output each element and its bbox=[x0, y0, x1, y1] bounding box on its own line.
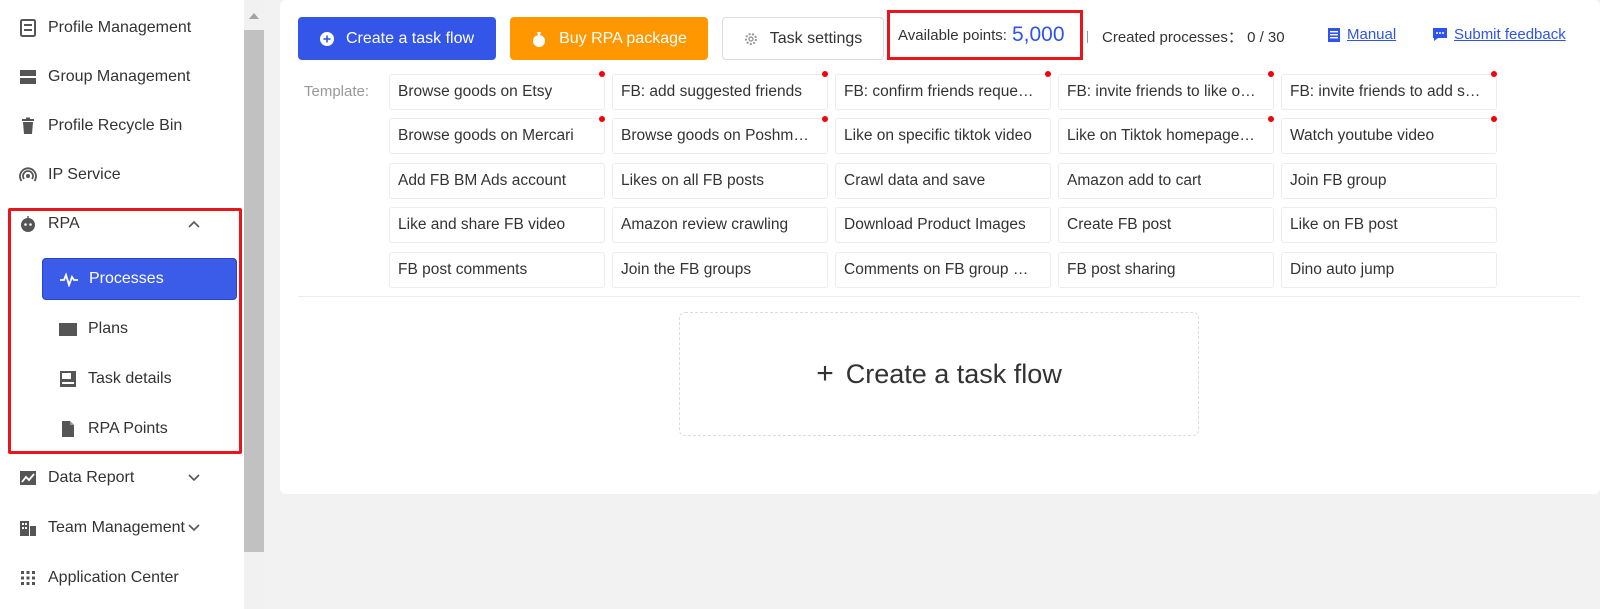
template-item[interactable]: Download Product Images bbox=[835, 207, 1051, 243]
sidebar-item-label: Data Report bbox=[48, 469, 135, 486]
sidebar-subitem-task-details[interactable]: Task details bbox=[42, 358, 237, 400]
template-item[interactable]: FB: confirm friends reque… bbox=[835, 74, 1051, 110]
manual-label: Manual bbox=[1347, 26, 1397, 43]
sidebar-item-label: Profile Management bbox=[48, 19, 192, 36]
signal-icon bbox=[18, 165, 38, 185]
sidebar: Profile Management Group Management Prof… bbox=[0, 0, 244, 609]
create-task-flow-label: Create a task flow bbox=[345, 29, 475, 47]
create-task-flow-card-label: Create a task flow bbox=[845, 358, 1062, 389]
new-badge-dot bbox=[599, 116, 605, 122]
plus-circle-icon bbox=[319, 31, 334, 46]
chat-icon bbox=[1432, 27, 1448, 42]
sidebar-item-team-management[interactable]: Team Management bbox=[18, 508, 218, 548]
template-item[interactable]: Join FB group bbox=[1281, 163, 1497, 199]
sidebar-item-data-report[interactable]: Data Report bbox=[18, 458, 218, 498]
sidebar-subitem-label: RPA Points bbox=[88, 420, 168, 437]
new-badge-dot bbox=[822, 71, 828, 77]
sidebar-item-profile-recycle-bin[interactable]: Profile Recycle Bin bbox=[18, 106, 182, 146]
sidebar-item-label: Group Management bbox=[48, 68, 191, 85]
task-settings-label: Task settings bbox=[769, 29, 863, 47]
pulse-icon bbox=[59, 269, 79, 289]
template-item[interactable]: Join the FB groups bbox=[612, 252, 828, 288]
template-item[interactable]: FB: invite friends to add s… bbox=[1281, 74, 1497, 110]
template-item[interactable]: Amazon add to cart bbox=[1058, 163, 1274, 199]
new-badge-dot bbox=[599, 71, 605, 77]
template-item[interactable]: Like on Tiktok homepage… bbox=[1058, 118, 1274, 154]
group-icon bbox=[18, 67, 38, 87]
sidebar-subitem-processes[interactable]: Processes bbox=[42, 258, 237, 300]
sidebar-subitem-label: Task details bbox=[88, 370, 172, 387]
template-item[interactable]: FB post sharing bbox=[1058, 252, 1274, 288]
new-badge-dot bbox=[1045, 71, 1051, 77]
submit-feedback-link[interactable]: Submit feedback bbox=[1432, 26, 1566, 43]
details-icon bbox=[58, 369, 78, 389]
template-item[interactable]: Browse goods on Mercari bbox=[389, 118, 605, 154]
chevron-down-icon bbox=[188, 508, 200, 548]
submit-feedback-label: Submit feedback bbox=[1454, 26, 1566, 43]
new-badge-dot bbox=[822, 116, 828, 122]
scroll-up-arrow-icon[interactable] bbox=[249, 13, 259, 19]
template-item[interactable]: Crawl data and save bbox=[835, 163, 1051, 199]
template-item[interactable]: Add FB BM Ads account bbox=[389, 163, 605, 199]
created-processes-count: Created processes： 0 / 30 bbox=[1102, 29, 1285, 46]
template-item[interactable]: Browse goods on Etsy bbox=[389, 74, 605, 110]
template-item[interactable]: Comments on FB group … bbox=[835, 252, 1051, 288]
template-item[interactable]: Like and share FB video bbox=[389, 207, 605, 243]
folder-icon bbox=[58, 319, 78, 339]
building-icon bbox=[18, 518, 38, 538]
divider bbox=[1087, 31, 1088, 43]
template-label: Template: bbox=[304, 83, 370, 100]
sidebar-scrollbar[interactable] bbox=[244, 0, 264, 609]
gear-icon bbox=[744, 32, 758, 46]
template-item[interactable]: Like on specific tiktok video bbox=[835, 118, 1051, 154]
template-item[interactable]: Dino auto jump bbox=[1281, 252, 1497, 288]
sidebar-subitem-label: Plans bbox=[88, 320, 129, 337]
trash-icon bbox=[18, 116, 38, 136]
available-points-box: Available points: 5,000 bbox=[887, 10, 1083, 60]
new-badge-dot bbox=[1268, 116, 1274, 122]
template-item[interactable]: Watch youtube video bbox=[1281, 118, 1497, 154]
new-badge-dot bbox=[1491, 71, 1497, 77]
template-item[interactable]: Amazon review crawling bbox=[612, 207, 828, 243]
scrollbar-thumb[interactable] bbox=[244, 30, 264, 552]
buy-rpa-package-label: Buy RPA package bbox=[559, 29, 687, 47]
available-points-label: Available points: bbox=[898, 26, 1007, 44]
sidebar-subitem-label: Processes bbox=[89, 270, 164, 287]
task-settings-button[interactable]: Task settings bbox=[722, 17, 884, 60]
book-icon bbox=[1327, 27, 1341, 43]
create-task-flow-card[interactable]: + Create a task flow bbox=[679, 312, 1199, 436]
template-item[interactable]: FB: invite friends to like o… bbox=[1058, 74, 1274, 110]
sidebar-item-label: Team Management bbox=[48, 519, 185, 536]
template-item[interactable]: Create FB post bbox=[1058, 207, 1274, 243]
sidebar-item-profile-management[interactable]: Profile Management bbox=[18, 8, 191, 48]
template-item[interactable]: Like on FB post bbox=[1281, 207, 1497, 243]
create-task-flow-button[interactable]: Create a task flow bbox=[298, 17, 496, 60]
new-badge-dot bbox=[1268, 71, 1274, 77]
sidebar-subitem-plans[interactable]: Plans bbox=[42, 308, 237, 350]
template-item[interactable]: Likes on all FB posts bbox=[612, 163, 828, 199]
plus-icon: + bbox=[816, 357, 834, 390]
content-divider bbox=[298, 296, 1580, 297]
new-badge-dot bbox=[1491, 116, 1497, 122]
available-points-value: 5,000 bbox=[1011, 23, 1065, 46]
buy-rpa-package-button[interactable]: Buy RPA package bbox=[510, 17, 708, 60]
money-bag-icon bbox=[531, 31, 547, 47]
chart-icon bbox=[18, 468, 38, 488]
sidebar-item-group-management[interactable]: Group Management bbox=[18, 57, 190, 97]
sidebar-item-application-center[interactable]: Application Center bbox=[18, 558, 179, 598]
template-item[interactable]: Browse goods on Poshm… bbox=[612, 118, 828, 154]
profile-icon bbox=[18, 18, 38, 38]
sidebar-item-ip-service[interactable]: IP Service bbox=[18, 155, 121, 195]
sidebar-item-label: IP Service bbox=[48, 166, 121, 183]
grid-icon bbox=[18, 568, 38, 588]
sidebar-item-label: Profile Recycle Bin bbox=[48, 117, 183, 134]
manual-link[interactable]: Manual bbox=[1327, 26, 1396, 43]
template-item[interactable]: FB: add suggested friends bbox=[612, 74, 828, 110]
sidebar-item-label: Application Center bbox=[48, 569, 179, 586]
chevron-down-icon bbox=[188, 458, 200, 498]
template-item[interactable]: FB post comments bbox=[389, 252, 605, 288]
document-icon bbox=[58, 419, 78, 439]
sidebar-subitem-rpa-points[interactable]: RPA Points bbox=[42, 408, 237, 450]
